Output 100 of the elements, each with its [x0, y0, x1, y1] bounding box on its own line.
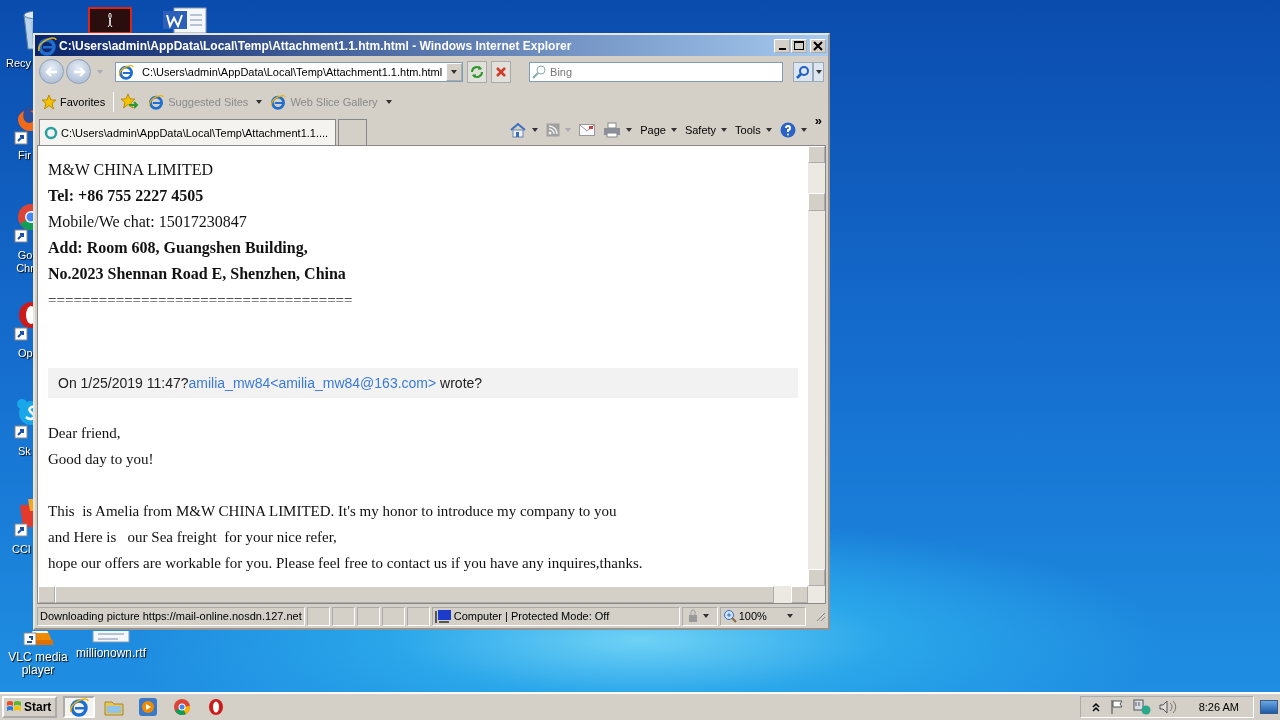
printer-icon — [603, 122, 622, 138]
network-icon[interactable] — [1132, 699, 1151, 715]
caret-icon — [451, 69, 458, 74]
caret-icon — [786, 614, 793, 618]
text-line: Mobile/We chat: 15017230847 — [48, 212, 248, 232]
text-line: M&W CHINA LIMITED — [48, 160, 215, 180]
address-field[interactable]: C:\Users\admin\AppData\Local\Temp\Attachment1.1.htm.html — [115, 61, 464, 82]
refresh-icon — [470, 64, 485, 79]
text-line: and Here is our Sea freight for your nice refer, — [48, 528, 338, 547]
dropdown-button[interactable] — [446, 62, 463, 81]
status-pane — [331, 606, 355, 626]
scroll-right-button[interactable] — [791, 586, 808, 603]
minimize-icon — [778, 47, 786, 50]
search-field[interactable]: Bing — [529, 61, 784, 82]
text-line: Good day to you! — [48, 450, 155, 469]
show-desktop-button[interactable] — [1260, 700, 1278, 714]
vertical-scrollbar[interactable] — [808, 146, 825, 586]
icon-label[interactable]: Fir — [14, 149, 31, 162]
icon-label[interactable]: CCl — [12, 543, 31, 556]
status-pane — [406, 606, 430, 626]
favorites-button[interactable]: Favorites — [39, 93, 108, 110]
caret-icon — [385, 99, 392, 104]
menu-button[interactable]: Page — [638, 124, 679, 136]
chevron-up-icon[interactable] — [1090, 701, 1101, 713]
stop-button[interactable] — [491, 60, 512, 83]
text-line: Dear friend, — [48, 424, 122, 443]
mail-button[interactable] — [577, 124, 598, 136]
zoom-button[interactable]: 100% — [719, 606, 806, 626]
caret-icon — [670, 128, 677, 132]
menu-button[interactable]: Safety — [682, 124, 730, 136]
quote-text: On 1/25/2019 11:47?amilia_mw84<amilia_mw84@163.com> wrote? — [58, 375, 483, 391]
back-arrow-icon — [44, 65, 59, 78]
house-icon — [509, 122, 528, 138]
search-options-button[interactable] — [813, 61, 824, 82]
flag-icon[interactable] — [1108, 699, 1125, 715]
text-line: Tel: +86 755 2227 4505 — [48, 186, 205, 206]
browser-icon — [148, 93, 165, 110]
scroll-up-button[interactable] — [808, 146, 825, 163]
stop-icon — [494, 64, 509, 79]
status-pane — [356, 606, 380, 626]
back-button[interactable] — [39, 59, 64, 84]
taskbar-button[interactable] — [63, 696, 96, 718]
status-text: Downloading picture https://mail-online.nosdn.127.net — [37, 606, 305, 626]
scroll-left-button[interactable] — [38, 586, 55, 603]
search-button[interactable] — [793, 61, 814, 82]
text-line: No.2023 Shennan Road E, Shenzhen, China — [48, 264, 347, 284]
icon-label[interactable]: Sk — [18, 445, 31, 458]
magnifier-icon — [722, 609, 737, 623]
text-line: hope our offers are workable for you. Please feel free to contact us if you have any inquires,thanks. — [48, 554, 644, 573]
computer-icon — [434, 609, 451, 623]
icon-label[interactable]: VLC media player — [5, 651, 71, 677]
caret-icon — [765, 128, 772, 132]
browser-icon — [37, 35, 57, 56]
search-icon — [532, 64, 547, 79]
start-button[interactable]: Start — [2, 696, 58, 718]
text-line: Add: Room 608, Guangshen Building, — [48, 238, 309, 259]
more-button[interactable]: » — [812, 113, 824, 128]
document-icon[interactable] — [88, 7, 132, 33]
feed-icon — [546, 123, 561, 137]
browser-icon — [270, 93, 287, 110]
caret-icon — [721, 128, 728, 132]
ring-icon — [208, 698, 225, 716]
caret-icon — [532, 128, 539, 132]
scroll-thumb[interactable] — [808, 193, 825, 211]
status-pane — [306, 606, 330, 626]
email-link[interactable]: amilia_mw84<amilia_mw84@163.com> — [188, 375, 437, 391]
browser-tab[interactable]: C:\Users\admin\AppData\Local\Temp\Attachment1.1.... — [39, 119, 336, 145]
maximize-icon — [794, 41, 804, 50]
add-to-favorites-icon[interactable] — [120, 92, 141, 111]
icon-label[interactable]: Recy — [6, 57, 32, 70]
new-tab-button[interactable] — [338, 119, 367, 145]
menu-button[interactable]: Tools — [733, 124, 774, 136]
caret-icon — [800, 128, 807, 132]
security-button[interactable] — [681, 606, 718, 626]
status-pane — [381, 606, 405, 626]
clock[interactable]: 8:26 AM — [1198, 701, 1243, 713]
zone-text: Computer | Protected Mode: Off — [453, 610, 610, 622]
scroll-down-button[interactable] — [808, 569, 825, 586]
text-line: This is Amelia from M&W CHINA LIMITED. It's my honor to introduce my company to you — [48, 502, 618, 521]
minimize-button[interactable] — [774, 38, 790, 53]
browser-icon — [118, 63, 134, 80]
caret-icon — [565, 128, 572, 132]
document-icon[interactable] — [162, 7, 208, 33]
icon-label[interactable]: Op — [18, 347, 33, 360]
maximize-button[interactable] — [791, 38, 807, 53]
caret-icon — [815, 69, 822, 74]
folder-icon — [104, 698, 125, 716]
cup-icon[interactable] — [14, 497, 33, 539]
caret-icon — [626, 128, 633, 132]
close-button[interactable] — [810, 38, 826, 53]
caret-icon — [97, 69, 103, 74]
star-icon — [41, 93, 57, 110]
separator-text: ==================================== — [48, 291, 354, 310]
icon-label[interactable]: Go Chr — [14, 249, 34, 275]
speaker-icon[interactable] — [1158, 699, 1177, 715]
icon-label[interactable]: millionown.rtf — [76, 647, 146, 660]
play-icon — [138, 697, 159, 717]
forward-button[interactable] — [66, 59, 91, 84]
resize-grip-icon[interactable] — [814, 610, 826, 622]
help-icon — [779, 122, 796, 138]
